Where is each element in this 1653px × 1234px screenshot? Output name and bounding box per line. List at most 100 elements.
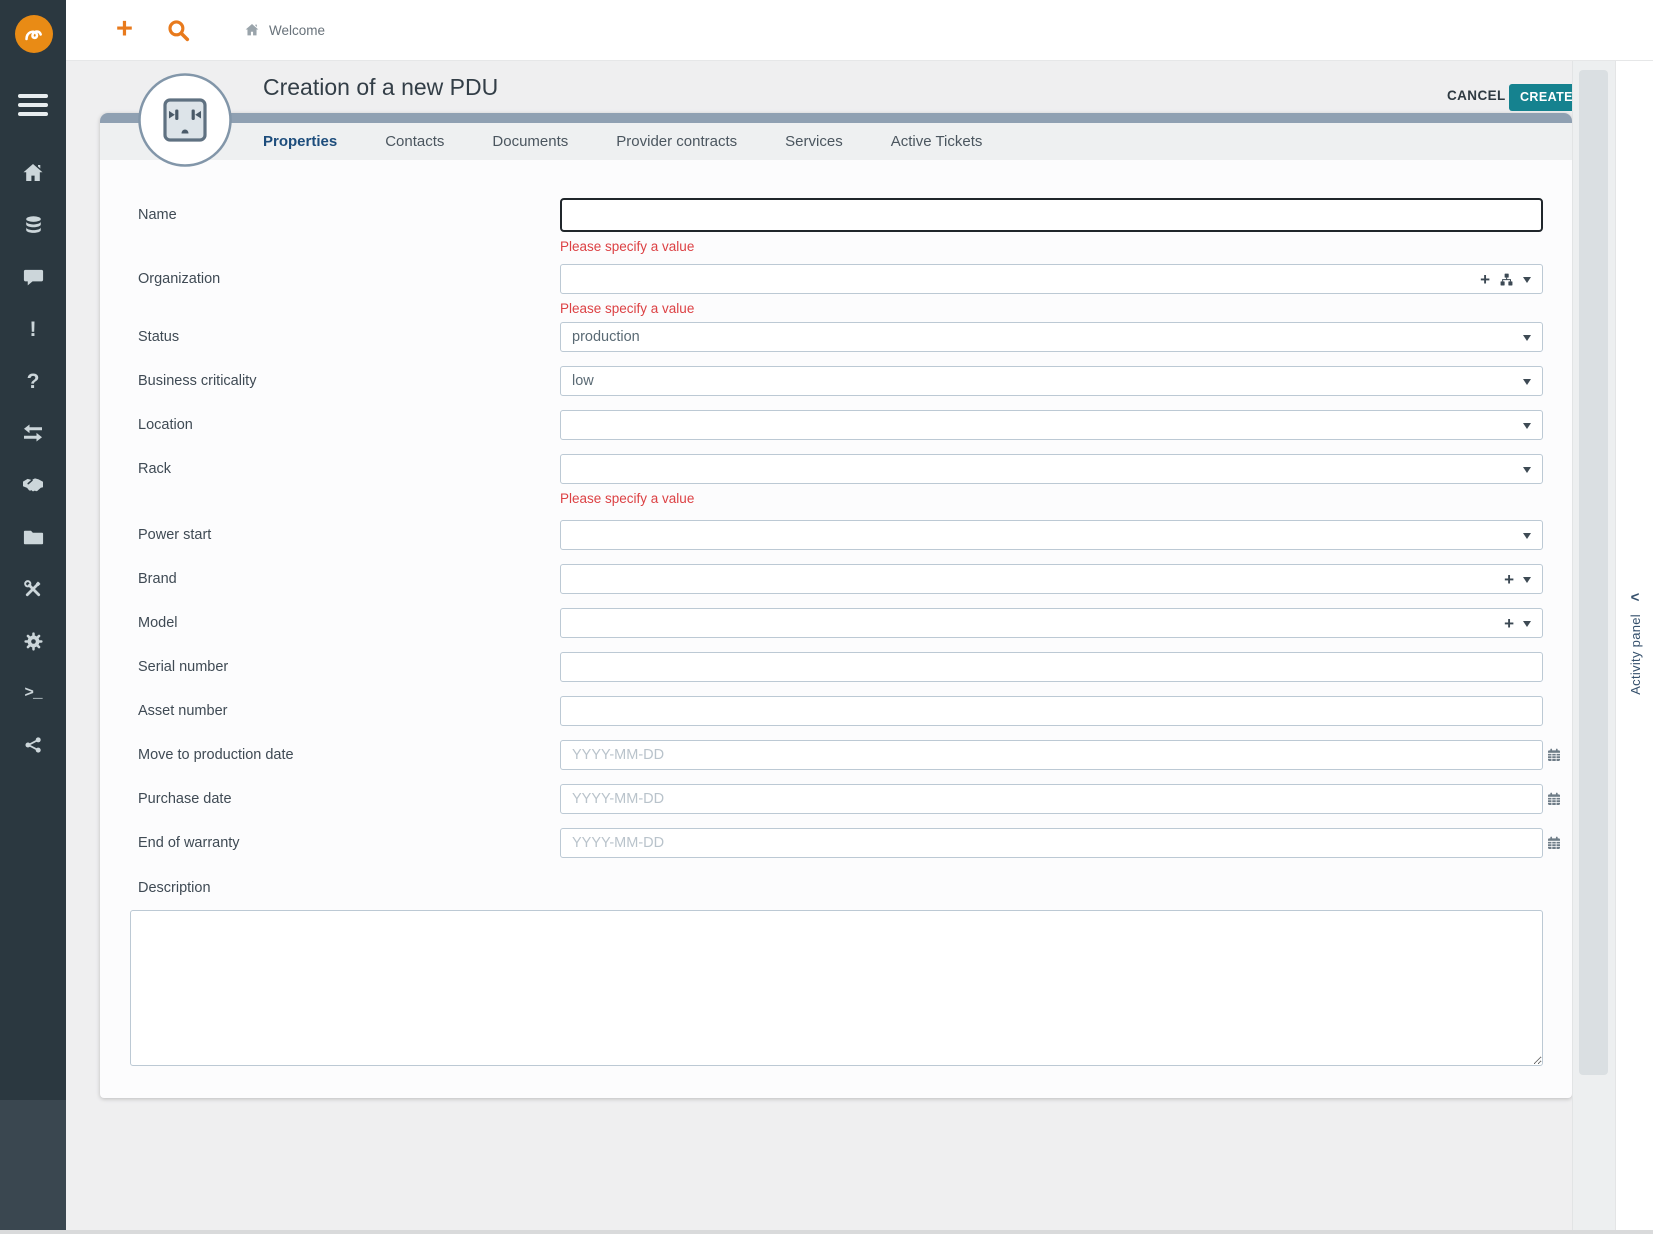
chevron-down-icon [1523, 533, 1531, 539]
sidebar-item-helpdesk[interactable]: ? [0, 366, 66, 396]
serial-number-input[interactable] [560, 652, 1543, 682]
field-label-rack: Rack [138, 454, 171, 484]
breadcrumb: Welcome [244, 0, 325, 60]
field-row-power-start: Power start [100, 520, 1572, 550]
page-bottom-edge [0, 1230, 1653, 1234]
tab-active-tickets[interactable]: Active Tickets [891, 133, 983, 150]
asset-number-input[interactable] [560, 696, 1543, 726]
sidebar-item-data-model[interactable] [0, 730, 66, 760]
business-criticality-value: low [572, 367, 594, 395]
swap-arrows-icon [21, 421, 45, 445]
sidebar-item-documents[interactable] [0, 522, 66, 552]
sidebar-item-cmdb[interactable] [0, 210, 66, 240]
activity-panel-label[interactable]: Activity panel [1628, 614, 1643, 695]
sidebar-item-configuration[interactable] [0, 626, 66, 656]
field-row-move-to-production-date: Move to production date [100, 740, 1572, 770]
menu-toggle-button[interactable] [18, 94, 48, 116]
sidebar-item-home[interactable] [0, 158, 66, 188]
field-row-organization: Organization + [100, 264, 1572, 294]
field-row-name: Name [100, 200, 1572, 230]
home-icon [244, 22, 260, 38]
vertical-scrollbar-track[interactable] [1572, 61, 1615, 1230]
chevron-down-icon [1523, 423, 1531, 429]
gear-icon [22, 630, 45, 653]
business-criticality-select[interactable]: low [560, 366, 1543, 396]
folder-icon [22, 526, 45, 549]
chevron-down-icon[interactable] [1523, 277, 1531, 283]
tab-provider-contracts[interactable]: Provider contracts [616, 133, 737, 150]
move-to-production-date-input[interactable] [560, 740, 1543, 770]
calendar-icon[interactable] [1546, 747, 1562, 763]
database-icon [22, 214, 45, 237]
tab-services[interactable]: Services [785, 133, 843, 150]
quick-create-button[interactable]: + [116, 13, 133, 45]
organization-select[interactable]: + [560, 264, 1543, 294]
organization-error: Please specify a value [560, 300, 694, 318]
field-row-asset-number: Asset number [100, 696, 1572, 726]
tools-icon [21, 577, 45, 601]
field-row-business-criticality: Business criticality low [100, 366, 1572, 396]
description-textarea[interactable] [130, 910, 1543, 1066]
vertical-scrollbar-thumb[interactable] [1579, 70, 1608, 1075]
name-error: Please specify a value [560, 238, 694, 256]
sidebar-item-services[interactable] [0, 470, 66, 500]
field-label-organization: Organization [138, 264, 220, 294]
activity-panel-collapsed: < Activity panel [1615, 61, 1653, 1230]
rack-select[interactable] [560, 454, 1543, 484]
field-row-end-of-warranty: End of warranty [100, 828, 1572, 858]
status-select[interactable]: production [560, 322, 1543, 352]
field-row-model: Model + [100, 608, 1572, 638]
tab-documents[interactable]: Documents [492, 133, 568, 150]
chevron-down-icon [1523, 379, 1531, 385]
field-row-location: Location [100, 410, 1572, 440]
tab-properties[interactable]: Properties [263, 133, 337, 150]
model-select[interactable]: + [560, 608, 1543, 638]
location-select[interactable] [560, 410, 1543, 440]
field-row-brand: Brand + [100, 564, 1572, 594]
sidebar-item-toolkit[interactable]: >_ [0, 678, 66, 708]
field-label-location: Location [138, 410, 193, 440]
sidebar: ! ? [0, 0, 66, 1230]
add-organization-button[interactable]: + [1480, 271, 1490, 288]
field-row-rack: Rack [100, 454, 1572, 484]
comment-icon [22, 266, 45, 289]
name-input[interactable] [560, 198, 1543, 232]
field-row-serial-number: Serial number [100, 652, 1572, 682]
field-label-move-to-production-date: Move to production date [138, 740, 294, 770]
app-screen: ! ? [0, 0, 1653, 1234]
sidebar-item-changes[interactable] [0, 418, 66, 448]
sidebar-bottom-section [0, 1100, 66, 1230]
add-brand-button[interactable]: + [1504, 571, 1514, 588]
field-label-purchase-date: Purchase date [138, 784, 232, 814]
brand-select[interactable]: + [560, 564, 1543, 594]
properties-form: Name Please specify a value Organization… [100, 160, 1572, 1098]
sidebar-item-discussions[interactable] [0, 262, 66, 292]
sidebar-item-tools[interactable] [0, 574, 66, 604]
sidebar-item-incidents[interactable]: ! [0, 314, 66, 344]
end-of-warranty-date-input[interactable] [560, 828, 1543, 858]
power-start-select[interactable] [560, 520, 1543, 550]
calendar-icon[interactable] [1546, 791, 1562, 807]
breadcrumb-item-welcome[interactable]: Welcome [269, 23, 325, 38]
tab-contacts[interactable]: Contacts [385, 133, 444, 150]
cancel-button[interactable]: CANCEL [1447, 88, 1506, 103]
field-label-end-of-warranty: End of warranty [138, 828, 240, 858]
calendar-icon[interactable] [1546, 835, 1562, 851]
object-form-card: Properties Contacts Documents Provider c… [100, 113, 1572, 1098]
global-search-button[interactable] [165, 17, 192, 49]
hierarchy-icon[interactable] [1499, 272, 1514, 287]
add-model-button[interactable]: + [1504, 615, 1514, 632]
chevron-down-icon [1523, 467, 1531, 473]
field-label-brand: Brand [138, 564, 177, 594]
question-icon: ? [27, 371, 40, 392]
chevron-down-icon[interactable] [1523, 577, 1531, 583]
activity-panel-expand-button[interactable]: < [1631, 589, 1640, 606]
field-label-serial-number: Serial number [138, 652, 228, 682]
field-label-name: Name [138, 200, 177, 230]
page-title: Creation of a new PDU [263, 74, 498, 101]
field-label-description: Description [138, 878, 211, 898]
share-nodes-icon [22, 734, 44, 756]
app-logo[interactable] [15, 15, 53, 53]
purchase-date-input[interactable] [560, 784, 1543, 814]
chevron-down-icon[interactable] [1523, 621, 1531, 627]
